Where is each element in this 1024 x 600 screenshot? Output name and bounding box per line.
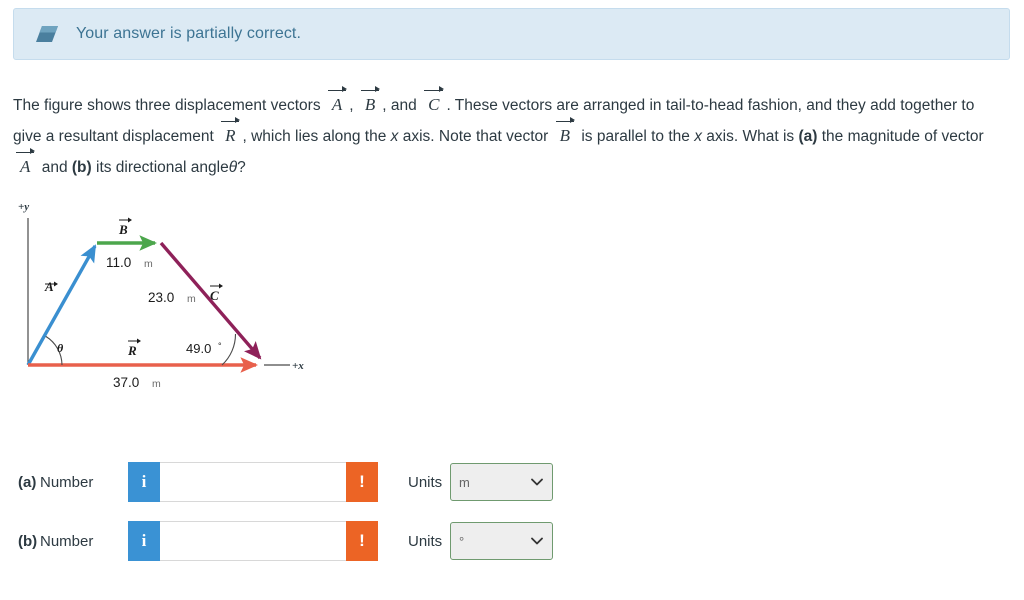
x-axis-label-2: x xyxy=(694,128,702,145)
answer-b-units-select-wrap: ° xyxy=(450,522,553,560)
x-axis-label-1: x xyxy=(390,128,399,145)
question-segment-6: axis. What is xyxy=(706,128,795,145)
vector-c-magnitude: 23.0 xyxy=(148,290,174,305)
question-segment-7: the magnitude of vector xyxy=(821,128,984,145)
theta-symbol: θ xyxy=(228,159,238,176)
answer-section: (a) Number i ! Units m (b) Number i ! Un… xyxy=(0,462,700,580)
vector-r-magnitude: 37.0 xyxy=(113,375,139,390)
answer-b-input-group: i ! xyxy=(128,521,378,561)
answer-b-units-select[interactable]: ° xyxy=(450,522,553,560)
vector-a-label: A xyxy=(44,279,58,294)
status-banner: Your answer is partially correct. xyxy=(13,8,1010,60)
vector-symbol-c: C xyxy=(421,85,446,113)
question-segment-9: its directional angle xyxy=(96,159,229,176)
question-segment-4: axis. Note that vector xyxy=(402,128,549,145)
vector-b-magnitude: 11.0 xyxy=(106,255,131,270)
answer-row-b: (b) Number i ! Units ° xyxy=(0,521,700,561)
question-segment-3: , which lies along the xyxy=(242,128,387,145)
answer-b-units-label: Units xyxy=(408,532,443,550)
svg-text:A: A xyxy=(44,279,54,294)
vector-c-label: C xyxy=(210,283,223,303)
answer-a-number-label: Number xyxy=(40,473,94,491)
question-part-b-tag: (b) xyxy=(71,159,92,176)
question-comma-1: , xyxy=(349,97,354,114)
question-part-a-tag: (a) xyxy=(798,128,818,145)
vector-symbol-b-2: B xyxy=(553,116,577,144)
vector-symbol-r: R xyxy=(218,116,242,144)
answer-a-number-input[interactable] xyxy=(160,462,346,502)
vector-symbol-a: A xyxy=(325,85,349,113)
question-segment-10: ? xyxy=(237,159,246,176)
angle-c-label: 49.0 xyxy=(186,341,211,356)
vector-diagram: +y +x A B C R 11.0 m 23.0 m 37.0 m θ 49.… xyxy=(0,192,340,397)
info-icon[interactable]: i xyxy=(128,521,160,561)
eraser-icon xyxy=(36,26,58,42)
svg-text:B: B xyxy=(118,222,128,237)
vector-symbol-a-2: A xyxy=(13,147,37,175)
svg-text:R: R xyxy=(127,343,137,358)
theta-angle-label: θ xyxy=(57,341,64,355)
angle-c-degree-symbol: ° xyxy=(218,341,222,351)
axis-label-plus-y: +y xyxy=(18,201,29,213)
vector-r-label: R xyxy=(127,338,141,358)
svg-text:C: C xyxy=(210,288,219,303)
question-segment-1: The figure shows three displacement vect… xyxy=(13,97,321,114)
question-text: The figure shows three displacement vect… xyxy=(13,85,1003,183)
angle-c-arc xyxy=(221,333,237,366)
answer-a-units-select-wrap: m xyxy=(450,463,553,501)
alert-icon[interactable]: ! xyxy=(346,521,378,561)
answer-b-number-label: Number xyxy=(40,532,94,550)
answer-a-units-select[interactable]: m xyxy=(450,463,553,501)
status-banner-message: Your answer is partially correct. xyxy=(76,25,302,42)
question-and-1: , and xyxy=(382,97,417,114)
answer-b-tag: (b) xyxy=(18,532,38,550)
axis-label-plus-x: +x xyxy=(292,360,304,372)
answer-b-number-input[interactable] xyxy=(160,521,346,561)
question-segment-5: is parallel to the xyxy=(581,128,690,145)
info-icon[interactable]: i xyxy=(128,462,160,502)
vector-b-unit: m xyxy=(144,258,153,270)
answer-a-input-group: i ! xyxy=(128,462,378,502)
vector-symbol-b: B xyxy=(358,85,382,113)
vector-b-label: B xyxy=(118,217,132,237)
answer-a-tag: (a) xyxy=(18,473,37,491)
alert-icon[interactable]: ! xyxy=(346,462,378,502)
question-segment-8: and xyxy=(41,159,68,176)
vector-c-unit: m xyxy=(187,293,196,305)
answer-a-units-label: Units xyxy=(408,473,443,491)
vector-r-unit: m xyxy=(152,378,161,390)
answer-row-a: (a) Number i ! Units m xyxy=(0,462,700,502)
